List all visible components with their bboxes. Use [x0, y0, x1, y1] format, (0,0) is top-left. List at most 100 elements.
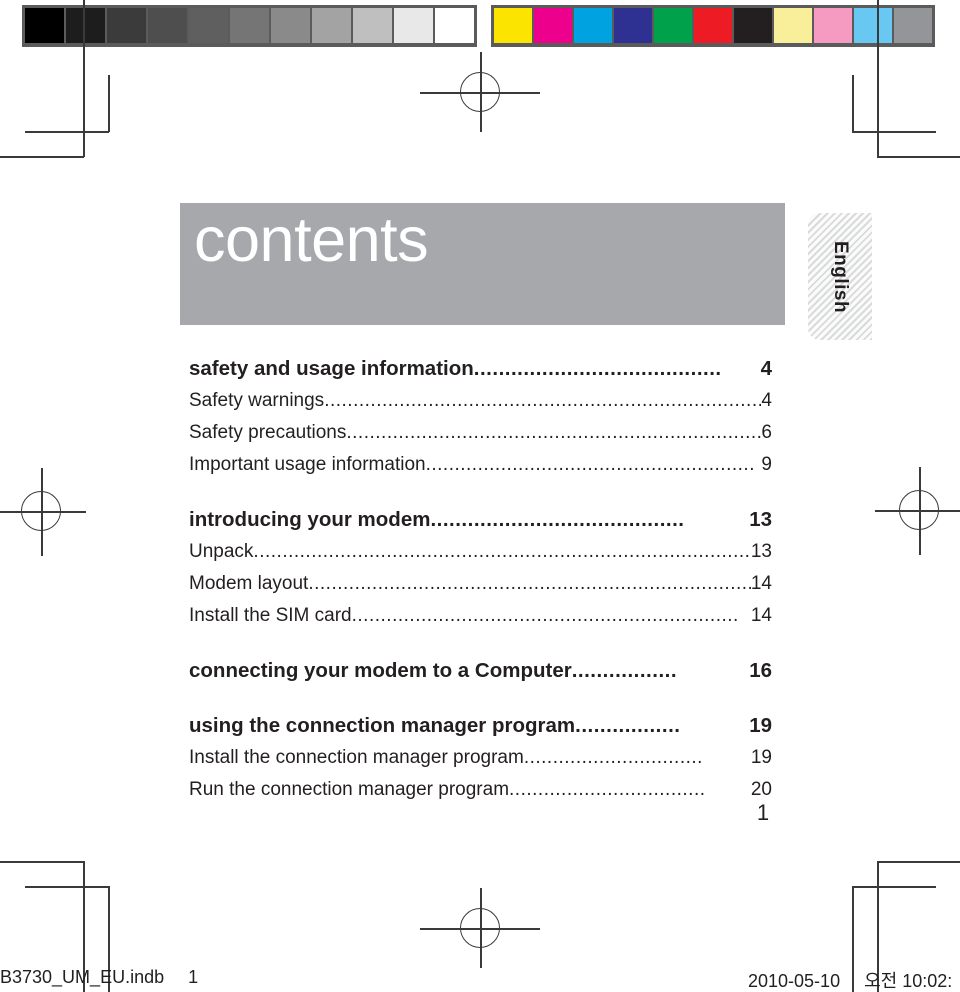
footer-time: 오전 10:02:: [864, 971, 953, 991]
toc-item-label: Run the connection manager program: [189, 779, 510, 800]
toc-group: safety and usage information............…: [189, 352, 772, 481]
color-swatch: [774, 8, 812, 43]
color-swatch: [894, 8, 932, 43]
toc-item[interactable]: Unpack..................................…: [189, 536, 772, 568]
grayscale-swatch: [271, 8, 310, 43]
color-swatch: [734, 8, 772, 43]
registration-mark-left-horizontal: [0, 511, 86, 513]
crop-mark-top-right-inner-vertical: [852, 75, 854, 132]
toc-item[interactable]: Install the connection manager program .…: [189, 742, 772, 774]
toc-heading-leader: ........................................…: [430, 508, 685, 531]
toc-item-page: 14: [750, 605, 772, 626]
color-calibration-bar: [22, 5, 935, 47]
toc-item-leader: ........................................…: [346, 422, 762, 443]
toc-heading-leader: .................: [571, 659, 678, 682]
grayscale-swatch: [66, 8, 105, 43]
color-swatch: [614, 8, 652, 43]
toc-item-page: 13: [750, 541, 772, 562]
toc-item-page: 19: [750, 747, 772, 768]
toc-heading-leader: .................: [575, 714, 681, 737]
toc-item[interactable]: Safety precautions .....................…: [189, 417, 772, 449]
toc-heading-label: connecting your modem to a Computer: [189, 659, 572, 682]
toc-heading[interactable]: safety and usage information............…: [189, 352, 772, 385]
toc-heading-label: using the connection manager program: [189, 714, 576, 737]
toc-group: introducing your modem .................…: [189, 503, 772, 632]
document-page: contents English safety and usage inform…: [0, 0, 960, 992]
grayscale-swatch: [394, 8, 433, 43]
toc-item-leader: ........................................…: [425, 454, 755, 475]
toc-item-leader: ..................................: [509, 779, 706, 800]
crop-mark-bottom-right-inner-horizontal: [852, 886, 936, 888]
language-tab-label: English: [830, 240, 851, 313]
toc-heading-page: 13: [749, 508, 772, 531]
grayscale-swatch: [435, 8, 474, 43]
color-swatch: [854, 8, 892, 43]
crop-mark-top-left-inner-vertical: [108, 75, 110, 132]
toc-item-label: Modem layout: [189, 573, 309, 594]
toc-group: connecting your modem to a Computer ....…: [189, 654, 772, 687]
grayscale-swatch: [148, 8, 187, 43]
toc-item[interactable]: Important usage information ............…: [189, 449, 772, 481]
toc-heading[interactable]: connecting your modem to a Computer ....…: [189, 654, 772, 687]
toc-item-label: Safety precautions: [189, 422, 347, 443]
registration-mark-right-vertical: [919, 467, 921, 555]
toc-heading[interactable]: introducing your modem .................…: [189, 503, 772, 536]
toc-item-label: Important usage information: [189, 454, 426, 475]
registration-mark-left-vertical: [41, 468, 43, 556]
toc-item-label: Unpack: [189, 541, 254, 562]
registration-mark-bottom-vertical: [480, 888, 482, 968]
grayscale-swatch: [25, 8, 64, 43]
crop-mark-bottom-left-outer-horizontal: [0, 861, 84, 863]
grayscale-swatch: [107, 8, 146, 43]
crop-mark-top-right-outer-horizontal: [877, 156, 960, 158]
language-tab-english: English: [808, 213, 872, 340]
crop-mark-top-left-outer-horizontal: [0, 156, 84, 158]
footer-file-name: B3730_UM_EU.indb: [0, 967, 165, 987]
color-swatch: [494, 8, 532, 43]
crop-mark-top-right-outer-vertical: [877, 0, 879, 157]
toc-item-leader: ...............................: [523, 747, 703, 768]
crop-mark-top-right-inner-horizontal: [852, 131, 936, 133]
color-swatch: [814, 8, 852, 43]
crop-mark-bottom-right-outer-horizontal: [877, 861, 960, 863]
toc-item-page: 14: [750, 573, 772, 594]
toc-heading-label: safety and usage information: [189, 357, 474, 380]
toc-heading-leader: ........................................: [473, 357, 722, 380]
toc-item-leader: ........................................…: [351, 605, 739, 626]
contents-banner: contents: [180, 203, 785, 325]
toc-item-label: Install the connection manager program: [189, 747, 524, 768]
toc-heading[interactable]: using the connection manager program....…: [189, 709, 772, 742]
footer-file-page: 1: [188, 967, 199, 987]
toc-item[interactable]: Install the SIM card ...................…: [189, 600, 772, 632]
crop-mark-bottom-left-inner-horizontal: [25, 886, 109, 888]
toc-item[interactable]: Run the connection manager program......…: [189, 774, 772, 806]
toc-item[interactable]: Modem layout............................…: [189, 568, 772, 600]
toc-heading-page: 4: [760, 357, 772, 380]
grayscale-swatch-group: [22, 5, 477, 47]
color-swatch: [534, 8, 572, 43]
toc-item[interactable]: Safety warnings.........................…: [189, 385, 772, 417]
toc-item-page: 9: [761, 454, 772, 475]
toc-heading-label: introducing your modem: [189, 508, 431, 531]
color-swatch-group: [491, 5, 935, 47]
toc-item-page: 6: [761, 422, 772, 443]
toc-item-leader: ........................................…: [324, 390, 762, 411]
color-swatch: [654, 8, 692, 43]
toc-item-leader: ........................................…: [308, 573, 751, 594]
crop-mark-top-left-outer-vertical: [83, 0, 85, 157]
grayscale-swatch: [353, 8, 392, 43]
footer-timestamp: 2010-05-10 오전 10:02:: [748, 967, 952, 992]
page-number: 1: [756, 800, 770, 825]
grayscale-swatch: [230, 8, 269, 43]
footer-file-info: B3730_UM_EU.indb 1: [0, 967, 198, 988]
toc-item-leader: ........................................…: [253, 541, 751, 562]
page-title: contents: [194, 205, 429, 275]
footer-date: 2010-05-10: [748, 971, 841, 991]
grayscale-swatch: [189, 8, 228, 43]
grayscale-swatch: [312, 8, 351, 43]
toc-item-label: Install the SIM card: [189, 605, 352, 626]
toc-heading-page: 16: [749, 659, 772, 682]
toc-heading-page: 19: [749, 714, 772, 737]
color-swatch: [574, 8, 612, 43]
crop-mark-top-left-inner-horizontal: [25, 131, 109, 133]
